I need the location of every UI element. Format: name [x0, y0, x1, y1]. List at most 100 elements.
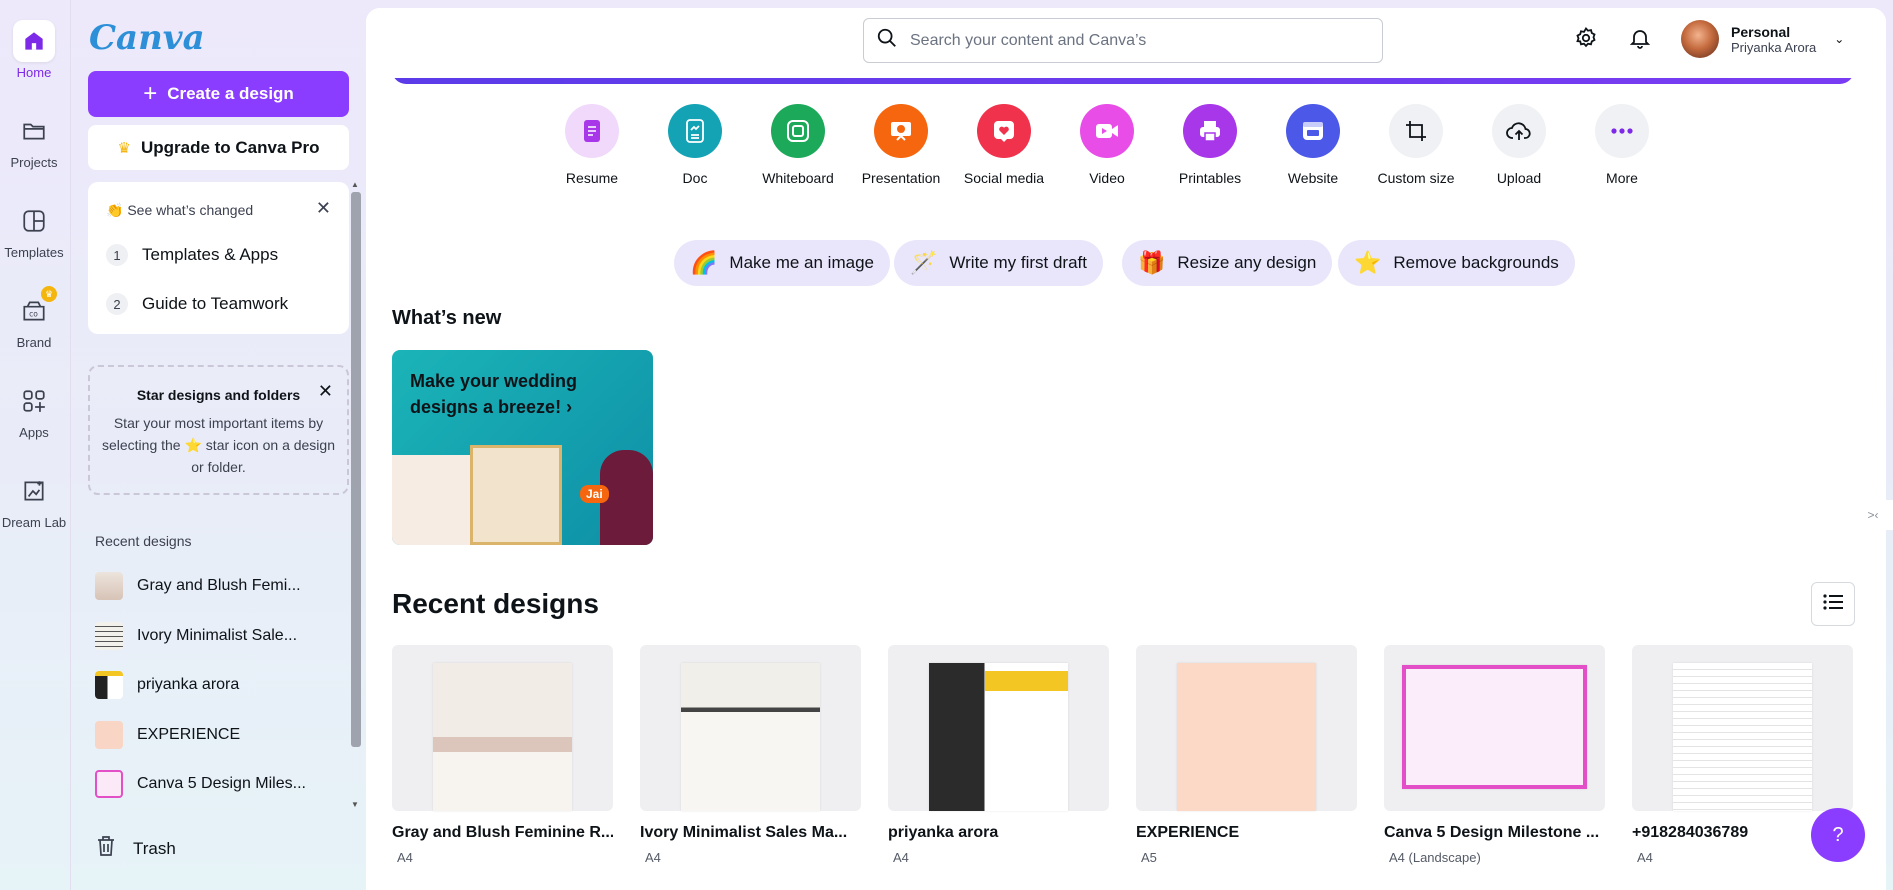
- recent-item-label: EXPERIENCE: [137, 726, 241, 743]
- upgrade-pro-button[interactable]: ♛ Upgrade to Canva Pro: [88, 125, 349, 170]
- design-title: Gray and Blush Feminine R...: [392, 824, 613, 841]
- chip-remove-backgrounds[interactable]: ⭐ Remove backgrounds: [1338, 240, 1575, 286]
- brand-icon: co ♛: [13, 286, 57, 332]
- close-icon[interactable]: ✕: [316, 198, 331, 219]
- design-type-doc[interactable]: Doc: [645, 104, 745, 186]
- design-card[interactable]: priyanka arora A4: [888, 645, 1109, 865]
- rail-item-projects[interactable]: Projects: [0, 110, 68, 170]
- star-tip-body: Star your most important items by select…: [101, 415, 335, 475]
- canva-logo[interactable]: Canva: [89, 18, 205, 58]
- trash-link[interactable]: Trash: [95, 834, 176, 863]
- gift-box-icon: 🎁: [1138, 250, 1166, 275]
- design-type-custom-size[interactable]: Custom size: [1366, 104, 1466, 186]
- design-thumbnail: [95, 572, 123, 600]
- design-type-more[interactable]: More: [1572, 104, 1672, 186]
- promo-title: Make your wedding designs a breeze! ›: [410, 371, 578, 417]
- chip-label: Write my first draft: [949, 253, 1087, 272]
- design-title: EXPERIENCE: [1136, 824, 1240, 841]
- create-design-button[interactable]: + Create a design: [88, 71, 349, 117]
- custom-size-icon: [1389, 104, 1443, 158]
- search-box[interactable]: [863, 18, 1383, 63]
- recent-item[interactable]: priyanka arora: [95, 667, 325, 703]
- design-type-label: Video: [1089, 170, 1125, 186]
- settings-icon[interactable]: [1574, 26, 1598, 55]
- chip-label: Remove backgrounds: [1393, 253, 1559, 272]
- magic-wand-icon: 🪄: [910, 250, 938, 275]
- design-type-presentation[interactable]: Presentation: [851, 104, 951, 186]
- changed-item-templates-apps[interactable]: 1 Templates & Apps: [106, 244, 278, 266]
- heart-icon: [977, 104, 1031, 158]
- design-type-label: Whiteboard: [762, 170, 834, 186]
- side-panel-toggle[interactable]: >‹: [1853, 500, 1893, 530]
- dream-lab-icon: [13, 470, 55, 512]
- bell-icon[interactable]: [1628, 26, 1652, 55]
- design-type-label: Upload: [1496, 170, 1542, 186]
- design-type-resume[interactable]: Resume: [542, 104, 642, 186]
- home-icon: [13, 20, 55, 62]
- design-card[interactable]: Canva 5 Design Milestone ... A4 (Landsca…: [1384, 645, 1605, 865]
- crown-icon: ♛: [117, 139, 131, 157]
- design-type-printables[interactable]: Printables: [1160, 104, 1260, 186]
- avatar: [1681, 20, 1719, 58]
- rail-label: Templates: [4, 245, 64, 260]
- design-type-label: Doc: [682, 170, 708, 186]
- design-type-label: Website: [1287, 170, 1339, 186]
- design-type-label: Printables: [1178, 170, 1242, 186]
- changed-item-teamwork[interactable]: 2 Guide to Teamwork: [106, 293, 288, 315]
- chip-write-draft[interactable]: 🪄 Write my first draft: [894, 240, 1103, 286]
- rainbow-icon: 🌈: [690, 250, 718, 275]
- chip-resize-design[interactable]: 🎁 Resize any design: [1122, 240, 1333, 286]
- star-icon: ⭐: [1354, 250, 1382, 275]
- design-card[interactable]: EXPERIENCE A5: [1136, 645, 1357, 865]
- list-view-icon: [1823, 593, 1843, 616]
- design-type-website[interactable]: Website: [1263, 104, 1363, 186]
- recent-item[interactable]: Ivory Minimalist Sale...: [95, 618, 325, 654]
- svg-text:co: co: [29, 309, 38, 318]
- rail-item-templates[interactable]: Templates: [0, 200, 68, 260]
- design-type-whiteboard[interactable]: Whiteboard: [748, 104, 848, 186]
- account-name: Priyanka Arora: [1731, 39, 1817, 55]
- rail-item-home[interactable]: Home: [0, 20, 68, 80]
- rail-item-dream-lab[interactable]: Dream Lab: [0, 470, 68, 530]
- list-view-button[interactable]: [1811, 582, 1855, 626]
- design-card[interactable]: Gray and Blush Feminine R... A4: [392, 645, 613, 865]
- search-icon: [876, 27, 898, 54]
- recent-item[interactable]: Gray and Blush Femi...: [95, 568, 325, 604]
- wedding-promo-card[interactable]: Make your wedding designs a breeze! › Ja…: [392, 350, 653, 545]
- design-card[interactable]: Ivory Minimalist Sales Ma... A4: [640, 645, 861, 865]
- rail-item-brand[interactable]: co ♛ Brand: [0, 286, 68, 350]
- design-thumbnail: [392, 645, 613, 811]
- rail-label: Brand: [16, 335, 52, 350]
- chip-make-image[interactable]: 🌈 Make me an image: [674, 240, 890, 286]
- upgrade-label: Upgrade to Canva Pro: [140, 137, 320, 157]
- plus-icon: +: [143, 80, 158, 107]
- recent-item-label: Ivory Minimalist Sale...: [137, 627, 298, 644]
- panel-scrollbar[interactable]: ▲ ▼: [348, 180, 364, 810]
- cursor-badge: Jai: [580, 485, 609, 503]
- main-content: Personal Priyanka Arora ⌄ Resume Doc Whi…: [366, 8, 1886, 890]
- design-type-label: Resume: [565, 170, 619, 186]
- presentation-icon: [874, 104, 928, 158]
- templates-icon: [13, 200, 55, 242]
- design-type-upload[interactable]: Upload: [1469, 104, 1569, 186]
- printer-icon: [1183, 104, 1237, 158]
- apps-icon: [13, 380, 55, 422]
- design-type-social-media[interactable]: Social media: [954, 104, 1054, 186]
- help-button[interactable]: ?: [1811, 808, 1865, 862]
- design-type-label: More: [1606, 170, 1638, 186]
- design-type-video[interactable]: Video: [1057, 104, 1157, 186]
- resume-icon: [565, 104, 619, 158]
- design-size: A4: [397, 850, 413, 865]
- rail-item-apps[interactable]: Apps: [0, 380, 68, 440]
- design-size: A5: [1141, 850, 1157, 865]
- account-menu[interactable]: Personal Priyanka Arora ⌄: [1681, 20, 1844, 58]
- recent-item[interactable]: Canva 5 Design Miles...: [95, 766, 325, 802]
- design-thumbnail: [1384, 645, 1605, 811]
- recent-designs-heading: Recent designs: [392, 588, 599, 619]
- nav-rail: Home Projects Templates co ♛ Brand Apps D…: [0, 0, 68, 890]
- design-type-label: Presentation: [861, 170, 941, 186]
- create-design-label: Create a design: [167, 84, 294, 103]
- close-icon[interactable]: ✕: [318, 381, 333, 402]
- search-input[interactable]: [910, 31, 1350, 50]
- recent-item[interactable]: EXPERIENCE: [95, 717, 325, 753]
